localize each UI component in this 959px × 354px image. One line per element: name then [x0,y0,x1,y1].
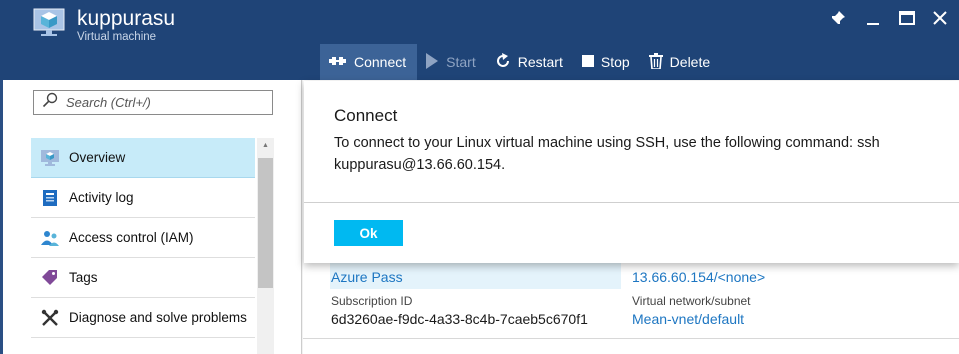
resource-menu: Overview Activity log Access control (IA… [0,80,302,354]
overview-icon [35,149,65,167]
search-box[interactable] [33,90,273,115]
page-subtitle: Virtual machine [77,31,157,43]
minimize-icon[interactable] [861,6,885,30]
dialog-message: To connect to your Linux virtual machine… [334,135,880,173]
delete-button[interactable]: Delete [641,44,721,80]
menu-item-access-control[interactable]: Access control (IAM) [31,218,255,258]
connect-label: Connect [354,54,407,70]
page-title: kuppurasu [77,7,176,30]
start-button[interactable]: Start [417,44,487,80]
menu-item-label: Tags [69,270,98,285]
dialog-title: Connect [334,106,398,125]
virtual-machine-icon [32,6,66,40]
blade-header: kuppurasu Virtual machine Connect Start [0,0,959,80]
activity-log-icon [35,189,65,207]
scrollbar-thumb[interactable] [258,158,273,288]
divider [303,338,959,339]
restart-button[interactable]: Restart [487,44,574,80]
close-icon[interactable] [928,6,952,30]
maximize-icon[interactable] [895,6,919,30]
stop-icon [581,54,601,70]
vnet-link[interactable]: Mean-vnet/default [632,311,744,327]
trash-icon [648,52,670,72]
command-toolbar: Connect Start Restart Stop Delete [320,44,721,80]
menu-item-tags[interactable]: Tags [31,258,255,298]
public-ip-link[interactable]: 13.66.60.154/<none> [632,269,765,285]
access-control-icon [35,229,65,247]
dialog-divider [304,202,959,203]
search-input[interactable] [66,95,256,110]
menu-item-label: Access control (IAM) [69,230,194,245]
vnet-label: Virtual network/subnet [632,294,751,308]
pin-icon[interactable] [826,6,850,30]
connect-button[interactable]: Connect [320,44,418,80]
restart-label: Restart [517,54,563,70]
subscription-id-label: Subscription ID [331,294,413,308]
restart-icon [495,52,518,72]
menu-list: Overview Activity log Access control (IA… [31,138,255,338]
menu-item-label: Overview [69,150,126,165]
menu-item-label: Diagnose and solve problems [69,310,247,325]
delete-label: Delete [669,54,711,70]
connect-icon [328,54,354,71]
wrench-icon [35,309,65,327]
tag-icon [35,269,65,287]
subscription-id-value: 6d3260ae-f9dc-4a33-8c4b-7caeb5c670f1 [331,311,588,327]
stop-button[interactable]: Stop [574,44,641,80]
stop-label: Stop [600,54,630,70]
menu-scrollbar[interactable]: ▲ [257,138,274,354]
menu-item-activity-log[interactable]: Activity log [31,178,255,218]
menu-item-label: Activity log [69,190,134,205]
search-icon [42,92,58,113]
ok-button[interactable]: Ok [334,220,403,246]
start-label: Start [446,54,476,70]
subscription-name-link[interactable]: Azure Pass [331,269,403,285]
play-icon [425,52,446,72]
menu-item-overview[interactable]: Overview [31,138,255,178]
connect-dialog: Connect To connect to your Linux virtual… [304,81,959,263]
scroll-up-arrow-icon[interactable]: ▲ [257,142,274,149]
menu-item-diagnose[interactable]: Diagnose and solve problems [31,298,255,338]
